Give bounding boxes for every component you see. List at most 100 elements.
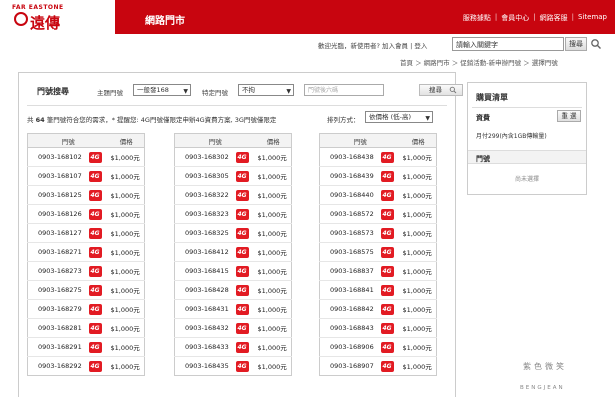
number-row[interactable]: 0903-168271 4G $1,000元 — [27, 242, 145, 262]
number-row[interactable]: 0903-168440 4G $1,000元 — [319, 185, 437, 205]
phone-number[interactable]: 0903-168428 — [174, 280, 236, 300]
number-row[interactable]: 0903-168432 4G $1,000元 — [174, 318, 292, 338]
phone-number[interactable]: 0903-168279 — [27, 299, 89, 319]
phone-number[interactable]: 0903-168906 — [319, 337, 381, 357]
number-row[interactable]: 0903-168107 4G $1,000元 — [27, 166, 145, 186]
phone-number[interactable]: 0903-168837 — [319, 261, 381, 281]
top-link-member-center[interactable]: 會員中心 — [501, 13, 529, 23]
badge-cell: 4G — [88, 356, 109, 376]
number-row[interactable]: 0903-168325 4G $1,000元 — [174, 223, 292, 243]
number-row[interactable]: 0903-168842 4G $1,000元 — [319, 299, 437, 319]
phone-number[interactable]: 0903-168305 — [174, 166, 236, 186]
number-row[interactable]: 0903-168125 4G $1,000元 — [27, 185, 145, 205]
special-select[interactable]: 不拘 ▼ — [238, 84, 294, 96]
phone-number[interactable]: 0903-168435 — [174, 356, 236, 376]
number-row[interactable]: 0903-168323 4G $1,000元 — [174, 204, 292, 224]
phone-number[interactable]: 0903-168271 — [27, 242, 89, 262]
column-header-number: 門號 — [319, 133, 401, 148]
reset-button[interactable]: 重 選 — [557, 110, 581, 122]
phone-number[interactable]: 0903-168273 — [27, 261, 89, 281]
phone-number[interactable]: 0903-168281 — [27, 318, 89, 338]
phone-number[interactable]: 0903-168102 — [27, 147, 89, 167]
number-row[interactable]: 0903-168438 4G $1,000元 — [319, 147, 437, 167]
top-link-sitemap[interactable]: Sitemap — [578, 13, 607, 23]
phone-number[interactable]: 0903-168431 — [174, 299, 236, 319]
phone-number[interactable]: 0903-168438 — [319, 147, 381, 167]
site-search-button[interactable]: 搜尋 — [565, 37, 587, 51]
phone-number[interactable]: 0903-168292 — [27, 356, 89, 376]
number-row[interactable]: 0903-168126 4G $1,000元 — [27, 204, 145, 224]
filter-search-button[interactable]: 搜尋 — [419, 84, 463, 96]
phone-number[interactable]: 0903-168439 — [319, 166, 381, 186]
phone-number[interactable]: 0903-168433 — [174, 337, 236, 357]
number-row[interactable]: 0903-168305 4G $1,000元 — [174, 166, 292, 186]
number-row[interactable]: 0903-168292 4G $1,000元 — [27, 356, 145, 376]
phone-number[interactable]: 0903-168572 — [319, 204, 381, 224]
top-link-service-points[interactable]: 服務據點 — [463, 13, 491, 23]
number-row[interactable]: 0903-168273 4G $1,000元 — [27, 261, 145, 281]
filter-row: 門號搜尋 主題門號 一般發168 ▼ 特定門號 不拘 ▼ 門號後六碼 搜尋 — [19, 81, 463, 101]
number-row[interactable]: 0903-168291 4G $1,000元 — [27, 337, 145, 357]
number-row[interactable]: 0903-168435 4G $1,000元 — [174, 356, 292, 376]
phone-number[interactable]: 0903-168432 — [174, 318, 236, 338]
number-row[interactable]: 0903-168907 4G $1,000元 — [319, 356, 437, 376]
phone-number[interactable]: 0903-168322 — [174, 185, 236, 205]
top-link-online-support[interactable]: 網路客服 — [540, 13, 568, 23]
site-search-input[interactable]: 請輸入關鍵字 — [452, 37, 564, 51]
phone-number[interactable]: 0903-168275 — [27, 280, 89, 300]
logo[interactable]: FAR EASTONE 遠傳 — [0, 0, 115, 34]
number-row[interactable]: 0903-168412 4G $1,000元 — [174, 242, 292, 262]
number-row[interactable]: 0903-168275 4G $1,000元 — [27, 280, 145, 300]
number-row[interactable]: 0903-168102 4G $1,000元 — [27, 147, 145, 167]
number-row[interactable]: 0903-168841 4G $1,000元 — [319, 280, 437, 300]
number-row[interactable]: 0903-168837 4G $1,000元 — [319, 261, 437, 281]
breadcrumb[interactable]: 首頁 ＞ 網路門市 ＞ 促銷活動-新申辦門號 ＞ 選擇門號 — [400, 57, 558, 67]
number-row[interactable]: 0903-168279 4G $1,000元 — [27, 299, 145, 319]
phone-number[interactable]: 0903-168841 — [319, 280, 381, 300]
number-row[interactable]: 0903-168439 4G $1,000元 — [319, 166, 437, 186]
phone-number[interactable]: 0903-168573 — [319, 223, 381, 243]
number-row[interactable]: 0903-168428 4G $1,000元 — [174, 280, 292, 300]
phone-number[interactable]: 0903-168415 — [174, 261, 236, 281]
4g-badge-icon: 4G — [88, 151, 102, 163]
badge-cell: 4G — [380, 280, 401, 300]
phone-number[interactable]: 0903-168125 — [27, 185, 89, 205]
number-row[interactable]: 0903-168415 4G $1,000元 — [174, 261, 292, 281]
number-row[interactable]: 0903-168573 4G $1,000元 — [319, 223, 437, 243]
phone-number[interactable]: 0903-168842 — [319, 299, 381, 319]
phone-number[interactable]: 0903-168412 — [174, 242, 236, 262]
badge-cell: 4G — [380, 147, 401, 167]
phone-number[interactable]: 0903-168126 — [27, 204, 89, 224]
number-row[interactable]: 0903-168302 4G $1,000元 — [174, 147, 292, 167]
prefix-select[interactable]: 一般發168 ▼ — [133, 84, 191, 96]
number-suffix-input[interactable]: 門號後六碼 — [304, 84, 384, 96]
price: $1,000元 — [108, 223, 145, 243]
number-row[interactable]: 0903-168281 4G $1,000元 — [27, 318, 145, 338]
filter-search-label: 搜尋 — [429, 86, 442, 94]
badge-cell: 4G — [235, 299, 256, 319]
number-row[interactable]: 0903-168906 4G $1,000元 — [319, 337, 437, 357]
phone-number[interactable]: 0903-168127 — [27, 223, 89, 243]
phone-number[interactable]: 0903-168575 — [319, 242, 381, 262]
welcome-text[interactable]: 歡迎光臨，新使用者? 加入會員 | 登入 — [318, 40, 427, 50]
phone-number[interactable]: 0903-168291 — [27, 337, 89, 357]
selected-plan: 月付299(內含1GB傳輸量) — [476, 133, 547, 140]
number-row[interactable]: 0903-168433 4G $1,000元 — [174, 337, 292, 357]
magnifier-icon[interactable] — [590, 38, 602, 50]
phone-number[interactable]: 0903-168323 — [174, 204, 236, 224]
phone-number[interactable]: 0903-168843 — [319, 318, 381, 338]
phone-number[interactable]: 0903-168325 — [174, 223, 236, 243]
number-row[interactable]: 0903-168127 4G $1,000元 — [27, 223, 145, 243]
price: $1,000元 — [400, 318, 437, 338]
phone-number[interactable]: 0903-168107 — [27, 166, 89, 186]
badge-cell: 4G — [380, 318, 401, 338]
number-row[interactable]: 0903-168431 4G $1,000元 — [174, 299, 292, 319]
number-row[interactable]: 0903-168843 4G $1,000元 — [319, 318, 437, 338]
phone-number[interactable]: 0903-168907 — [319, 356, 381, 376]
sort-select[interactable]: 依價格 (低-高) ▼ — [365, 111, 433, 123]
number-row[interactable]: 0903-168322 4G $1,000元 — [174, 185, 292, 205]
number-row[interactable]: 0903-168575 4G $1,000元 — [319, 242, 437, 262]
number-row[interactable]: 0903-168572 4G $1,000元 — [319, 204, 437, 224]
phone-number[interactable]: 0903-168302 — [174, 147, 236, 167]
phone-number[interactable]: 0903-168440 — [319, 185, 381, 205]
